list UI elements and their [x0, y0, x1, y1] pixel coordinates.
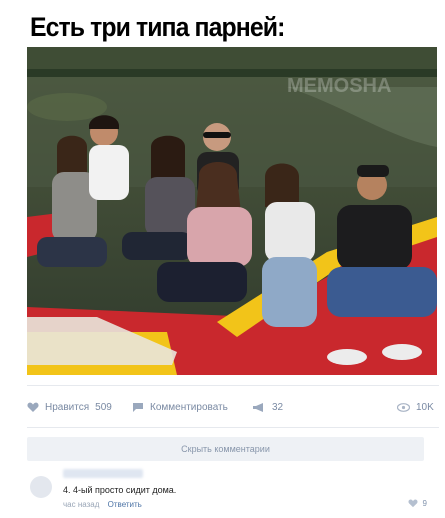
hide-comments-button[interactable]: Скрыть комментарии — [27, 437, 424, 461]
share-button[interactable]: 32 — [252, 402, 283, 413]
post-photo[interactable]: MEMOSHA — [27, 47, 437, 375]
views-count: 10K — [416, 402, 434, 413]
like-count: 509 — [95, 402, 112, 413]
comment-like-button[interactable]: 9 — [408, 499, 427, 508]
heart-icon — [27, 402, 39, 412]
eye-icon — [397, 403, 410, 412]
like-button[interactable]: Нравится 509 — [27, 402, 112, 413]
like-label: Нравится — [45, 402, 90, 413]
views-counter: 10K — [397, 402, 434, 413]
photo-watermark: MEMOSHA — [287, 75, 391, 97]
comment-icon — [133, 403, 143, 412]
meme-headline: Есть три типа парней: — [30, 12, 285, 42]
share-count: 32 — [272, 402, 284, 413]
comment-time: час назад — [63, 500, 100, 509]
heart-icon — [408, 499, 418, 508]
post-actions: Нравится 509 Комментировать 32 10K — [27, 398, 437, 420]
comment-text: 4. 4-ый просто сидит дома. — [63, 485, 177, 495]
comment-item: 4. 4-ый просто сидит дома. час назад Отв… — [27, 466, 437, 516]
comment-button[interactable]: Комментировать — [132, 402, 228, 413]
avatar[interactable] — [30, 476, 52, 498]
megaphone-icon — [253, 403, 263, 412]
boat-photo-illustration: MEMOSHA — [27, 47, 437, 375]
divider — [27, 385, 439, 386]
comment-like-count: 9 — [422, 499, 427, 508]
comment-label: Комментировать — [150, 402, 228, 413]
comment-author-blurred[interactable] — [63, 469, 143, 478]
divider — [27, 427, 439, 428]
comment-meta: час назад Ответить — [63, 500, 142, 509]
reply-link[interactable]: Ответить — [108, 500, 142, 509]
